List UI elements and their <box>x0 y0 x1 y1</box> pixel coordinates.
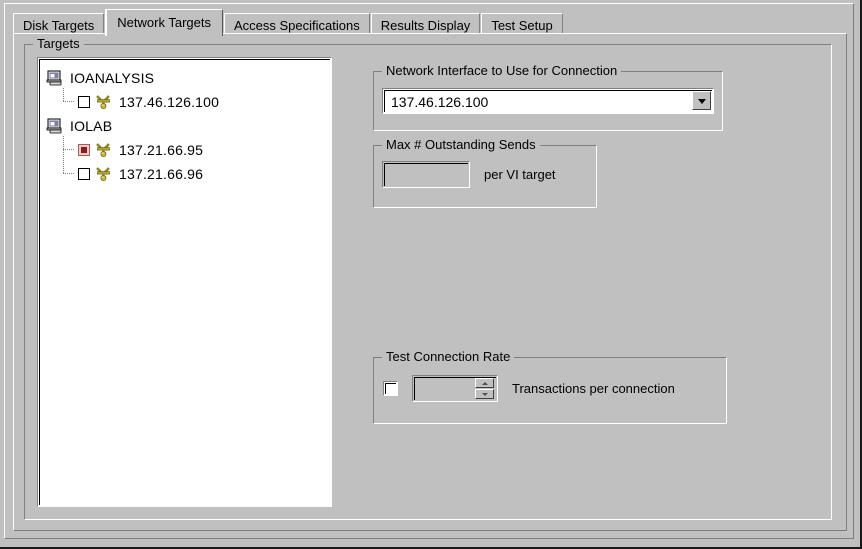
chevron-down-icon[interactable] <box>692 91 711 110</box>
max-outstanding-sends-suffix-label: per VI target <box>484 167 556 182</box>
tab-label: Access Specifications <box>233 18 360 33</box>
test-connection-rate-suffix-label: Transactions per connection <box>512 381 675 396</box>
max-outstanding-sends-group: Max # Outstanding Sends per VI target <box>373 138 597 208</box>
tree-item-label: IOLAB <box>70 118 113 134</box>
vi-connector-icon <box>95 166 113 182</box>
tree-item-checkbox[interactable] <box>78 144 90 156</box>
tree-item-interface[interactable]: 137.46.126.100 <box>40 88 330 114</box>
vi-connector-icon <box>95 142 113 158</box>
transactions-per-connection-spinner[interactable] <box>412 375 498 402</box>
network-interface-selected-value: 137.46.126.100 <box>391 93 489 110</box>
targets-group-label: Targets <box>33 37 84 51</box>
tree-item-host[interactable]: IOANALYSIS <box>40 66 330 90</box>
test-connection-rate-group-label: Test Connection Rate <box>382 350 515 364</box>
spinner-up-icon[interactable] <box>475 378 494 388</box>
targets-tree-list: IOANALYSIS 137.46.126.100 IOLAB 137.21.6… <box>39 59 330 505</box>
targets-tree-view[interactable]: IOANALYSIS 137.46.126.100 IOLAB 137.21.6… <box>37 57 332 507</box>
tree-elbow-connector <box>62 160 78 186</box>
vi-connector-icon <box>95 94 113 110</box>
tree-elbow-connector <box>62 136 78 162</box>
max-outstanding-sends-input[interactable] <box>382 161 470 188</box>
tree-item-interface[interactable]: 137.21.66.95 <box>40 136 330 162</box>
targets-group: Targets IOANALYSIS 137.46.126.100 IOLAB … <box>24 37 832 520</box>
tree-item-checkbox[interactable] <box>78 168 90 180</box>
tree-item-checkbox[interactable] <box>78 96 90 108</box>
tree-elbow-connector <box>62 88 78 114</box>
max-outstanding-sends-group-label: Max # Outstanding Sends <box>382 138 540 152</box>
spinner-down-icon[interactable] <box>475 389 494 399</box>
test-connection-rate-row: Transactions per connection <box>383 375 675 402</box>
tree-item-label: IOANALYSIS <box>70 70 155 86</box>
test-connection-rate-checkbox[interactable] <box>383 381 398 396</box>
network-interface-group-label: Network Interface to Use for Connection <box>382 64 622 78</box>
tree-item-host[interactable]: IOLAB <box>40 114 330 138</box>
window-client-area: Disk Targets Network Targets Access Spec… <box>4 3 854 539</box>
tab-label: Test Setup <box>491 18 553 33</box>
tab-label: Network Targets <box>117 15 211 30</box>
tab-network-targets[interactable]: Network Targets <box>105 9 223 36</box>
network-interface-group: Network Interface to Use for Connection … <box>373 64 723 131</box>
network-interface-combobox[interactable]: 137.46.126.100 <box>382 88 714 114</box>
computer-icon <box>46 118 64 134</box>
test-connection-rate-group: Test Connection Rate Transactions per co… <box>373 350 727 424</box>
tab-label: Results Display <box>380 18 471 33</box>
max-outstanding-sends-row: per VI target <box>382 161 556 188</box>
tree-item-label: 137.21.66.96 <box>119 166 204 182</box>
tab-page-network-targets: Targets IOANALYSIS 137.46.126.100 IOLAB … <box>13 33 847 531</box>
tab-label: Disk Targets <box>23 18 95 33</box>
tree-item-interface[interactable]: 137.21.66.96 <box>40 160 330 186</box>
application-window: Disk Targets Network Targets Access Spec… <box>0 0 862 549</box>
network-interface-combobox-field[interactable]: 137.46.126.100 <box>384 90 712 112</box>
computer-icon <box>46 70 64 86</box>
tree-item-label: 137.21.66.95 <box>119 142 204 158</box>
tree-item-label: 137.46.126.100 <box>119 94 220 110</box>
